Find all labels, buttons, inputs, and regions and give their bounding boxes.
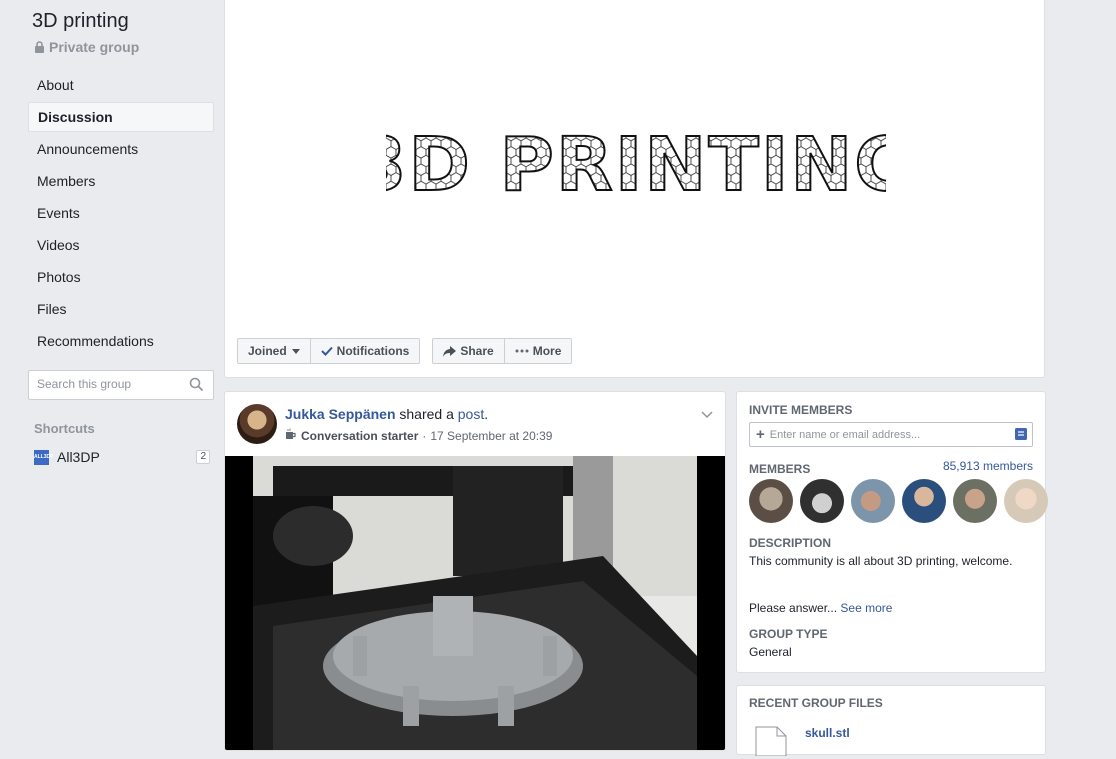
nav-files[interactable]: Files: [28, 294, 214, 324]
group-description: This community is all about 3D printing,…: [749, 554, 1013, 568]
post-header: Jukka Seppänen shared a post.: [285, 406, 489, 422]
post-video[interactable]: [225, 456, 725, 750]
group-title[interactable]: 3D printing: [32, 10, 129, 33]
shortcut-count-badge: 2: [196, 450, 210, 464]
nav-recommendations[interactable]: Recommendations: [28, 326, 214, 356]
post-meta: Conversation starter · 17 September at 2…: [285, 428, 552, 443]
shortcuts-heading: Shortcuts: [34, 421, 95, 436]
coffee-cup-icon: [285, 428, 297, 443]
recent-files-card: RECENT GROUP FILES skull.stl: [736, 685, 1046, 757]
see-more-link[interactable]: See more: [840, 601, 892, 615]
nav-events[interactable]: Events: [28, 198, 214, 228]
contact-list-icon[interactable]: [1015, 427, 1027, 443]
avatar[interactable]: [749, 479, 793, 523]
avatar[interactable]: [851, 479, 895, 523]
share-icon: [443, 345, 457, 357]
nav-members[interactable]: Members: [28, 166, 214, 196]
members-heading: MEMBERS: [749, 462, 811, 476]
privacy-label: Private group: [49, 39, 140, 55]
avatar[interactable]: [1004, 479, 1048, 523]
invite-field: +: [749, 422, 1033, 447]
post-timestamp[interactable]: 17 September at 20:39: [430, 429, 552, 443]
group-search: [28, 370, 214, 400]
group-type-value: General: [749, 645, 792, 659]
description-heading: DESCRIPTION: [749, 536, 832, 550]
recent-files-heading: RECENT GROUP FILES: [749, 696, 883, 710]
shared-post-link[interactable]: post: [458, 406, 484, 422]
cover-title: 3D PRINTING: [386, 122, 886, 202]
share-button[interactable]: Share: [432, 338, 505, 364]
group-info-card: INVITE MEMBERS + MEMBERS 85,913 members …: [736, 391, 1048, 673]
check-icon: [320, 346, 333, 356]
all3dp-logo-icon: ALL3DP: [34, 449, 53, 465]
file-icon: [755, 726, 787, 759]
member-avatars: [749, 479, 1048, 523]
nav-videos[interactable]: Videos: [28, 230, 214, 260]
caret-down-icon: [291, 348, 300, 354]
group-type-heading: GROUP TYPE: [749, 627, 828, 641]
author-avatar[interactable]: [237, 404, 277, 444]
group-actions: Joined Notifications Share More: [237, 338, 573, 364]
cover-card: 3D PRINTING Joined Notifications Share: [224, 0, 1045, 378]
group-nav: About Discussion Announcements Members E…: [28, 70, 214, 358]
group-privacy: Private group: [34, 39, 139, 55]
avatar[interactable]: [953, 479, 997, 523]
plus-icon: +: [756, 426, 765, 443]
conversation-starter-badge: Conversation starter: [301, 428, 419, 443]
nav-photos[interactable]: Photos: [28, 262, 214, 292]
author-link[interactable]: Jukka Seppänen: [285, 406, 396, 422]
joined-button[interactable]: Joined: [237, 338, 311, 364]
post-action-text: shared a: [399, 406, 454, 422]
lock-icon: [34, 41, 45, 53]
questions-note: Please answer... See more: [749, 601, 893, 615]
more-dots-icon: [515, 349, 529, 353]
members-count-link[interactable]: 85,913 members: [943, 459, 1033, 473]
chevron-down-icon[interactable]: [701, 406, 713, 422]
video-frame-image: [253, 456, 697, 750]
cover-title-art: 3D PRINTING: [386, 121, 886, 202]
nav-discussion[interactable]: Discussion: [28, 102, 214, 132]
cover-photo[interactable]: 3D PRINTING: [225, 112, 1046, 202]
avatar[interactable]: [800, 479, 844, 523]
nav-about[interactable]: About: [28, 70, 214, 100]
search-icon[interactable]: [189, 377, 204, 395]
shortcut-label: All3DP: [57, 449, 100, 465]
shortcut-all3dp[interactable]: ALL3DP All3DP 2: [34, 448, 210, 466]
file-link[interactable]: skull.stl: [805, 726, 850, 740]
search-input[interactable]: [29, 371, 187, 397]
invite-input[interactable]: [764, 422, 1012, 447]
nav-announcements[interactable]: Announcements: [28, 134, 214, 164]
notifications-button[interactable]: Notifications: [310, 338, 421, 364]
post-card: Jukka Seppänen shared a post. Conversati…: [224, 391, 726, 751]
avatar[interactable]: [902, 479, 946, 523]
invite-heading: INVITE MEMBERS: [749, 403, 853, 417]
more-button[interactable]: More: [504, 338, 573, 364]
